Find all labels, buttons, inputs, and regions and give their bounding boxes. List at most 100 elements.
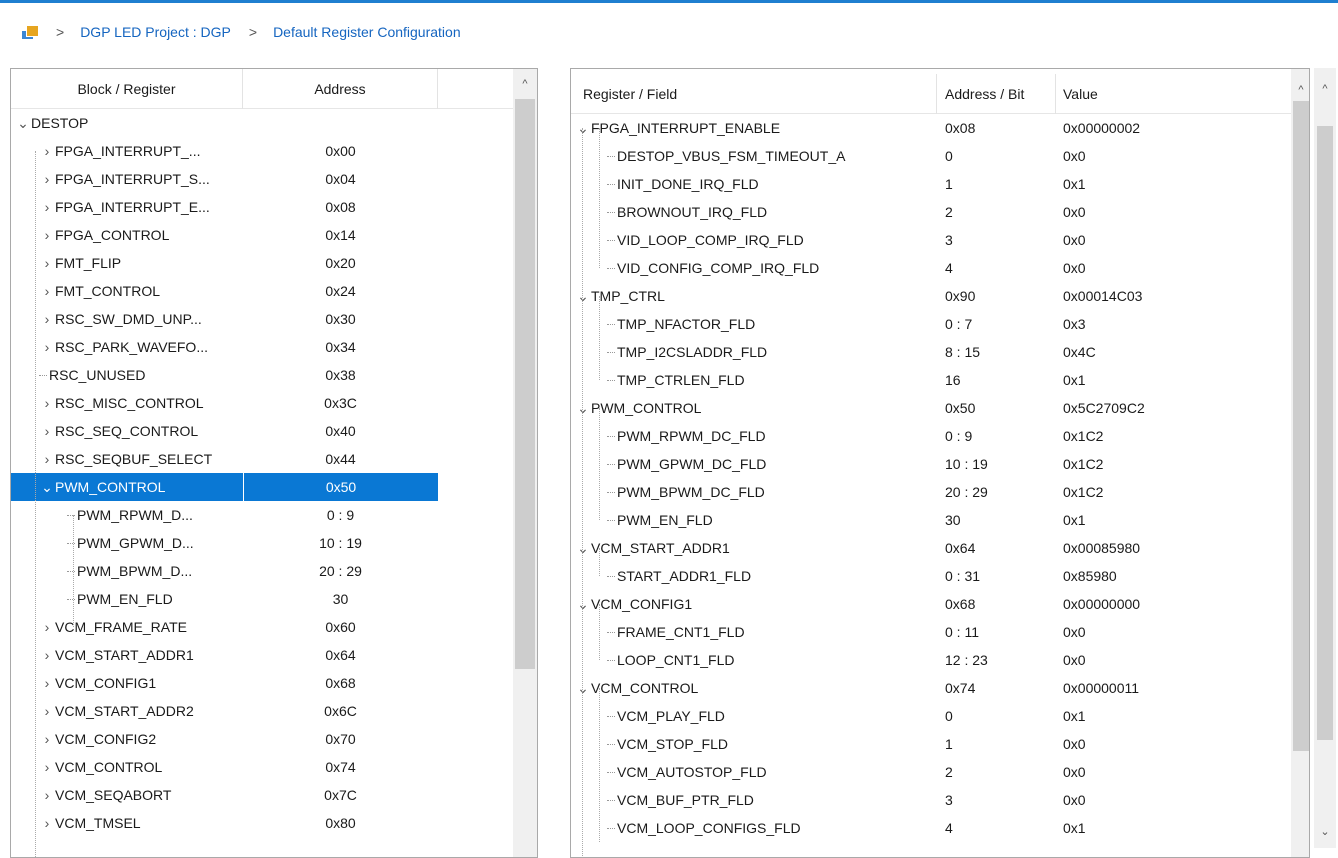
tree-row[interactable]: › VCM_START_ADDR2 0x6C (11, 697, 513, 725)
collapse-chevron-icon[interactable]: › (39, 731, 55, 747)
collapse-chevron-icon[interactable]: › (39, 451, 55, 467)
column-header-register-field[interactable]: Register / Field (571, 73, 937, 114)
collapse-chevron-icon[interactable]: › (39, 255, 55, 271)
row-value-cell[interactable]: 0x1C2 (1056, 422, 1291, 450)
expand-chevron-icon[interactable]: ⌄ (575, 120, 591, 137)
expand-chevron-icon[interactable]: ⌄ (575, 288, 591, 305)
field-row[interactable]: VID_CONFIG_COMP_IRQ_FLD 4 0x0 (571, 254, 1291, 282)
tree-row[interactable]: › FPGA_INTERRUPT_S... 0x04 (11, 165, 513, 193)
tree-row[interactable]: › FPGA_INTERRUPT_E... 0x08 (11, 193, 513, 221)
row-value-cell[interactable]: 0x85980 (1056, 562, 1291, 590)
row-value-cell[interactable]: 0x00014C03 (1056, 282, 1291, 310)
tree-row[interactable]: › RSC_SEQBUF_SELECT 0x44 (11, 445, 513, 473)
row-value-cell[interactable]: 0x0 (1056, 198, 1291, 226)
field-row[interactable]: INIT_DONE_IRQ_FLD 1 0x1 (571, 170, 1291, 198)
scroll-down-arrow-icon[interactable]: ⌄ (1316, 822, 1334, 840)
field-row[interactable]: TMP_I2CSLADDR_FLD 8 : 15 0x4C (571, 338, 1291, 366)
breadcrumb-project-link[interactable]: DGP LED Project : DGP (80, 24, 231, 40)
outer-scroll-thumb[interactable] (1317, 126, 1333, 740)
register-row[interactable]: ⌄ VCM_CONTROL 0x74 0x00000011 (571, 674, 1291, 702)
collapse-chevron-icon[interactable]: › (39, 759, 55, 775)
row-value-cell[interactable]: 0x1C2 (1056, 478, 1291, 506)
row-value-cell[interactable]: 0x1 (1056, 814, 1291, 842)
field-row[interactable]: PWM_GPWM_DC_FLD 10 : 19 0x1C2 (571, 450, 1291, 478)
right-scroll-thumb[interactable] (1293, 101, 1309, 751)
tree-root-destop[interactable]: ⌄ DESTOP (11, 109, 513, 137)
collapse-chevron-icon[interactable]: › (39, 339, 55, 355)
collapse-chevron-icon[interactable]: › (39, 395, 55, 411)
tree-row[interactable]: › VCM_CONFIG2 0x70 (11, 725, 513, 753)
field-row[interactable]: PWM_RPWM_DC_FLD 0 : 9 0x1C2 (571, 422, 1291, 450)
tree-row[interactable]: › VCM_TMSEL 0x80 (11, 809, 513, 837)
row-value-cell[interactable]: 0x00000002 (1056, 114, 1291, 142)
collapse-chevron-icon[interactable]: › (39, 647, 55, 663)
field-row[interactable]: FRAME_CNT1_FLD 0 : 11 0x0 (571, 618, 1291, 646)
right-inner-scrollbar[interactable]: ^ (1291, 69, 1309, 857)
collapse-chevron-icon[interactable]: › (39, 283, 55, 299)
collapse-chevron-icon[interactable]: › (39, 787, 55, 803)
collapse-chevron-icon[interactable]: › (39, 815, 55, 831)
row-value-cell[interactable]: 0x3 (1056, 310, 1291, 338)
field-row[interactable]: START_ADDR1_FLD 0 : 31 0x85980 (571, 562, 1291, 590)
collapse-chevron-icon[interactable]: › (39, 619, 55, 635)
column-header-block-register[interactable]: Block / Register (11, 69, 243, 109)
tree-row[interactable]: › VCM_START_ADDR1 0x64 (11, 641, 513, 669)
collapse-chevron-icon[interactable]: › (39, 199, 55, 215)
row-value-cell[interactable]: 0x0 (1056, 758, 1291, 786)
left-scrollbar[interactable]: ^ (513, 69, 537, 857)
tree-row[interactable]: › VCM_FRAME_RATE 0x60 (11, 613, 513, 641)
tree-row[interactable]: › RSC_PARK_WAVEFO... 0x34 (11, 333, 513, 361)
row-value-cell[interactable]: 0x0 (1056, 730, 1291, 758)
row-value-cell[interactable]: 0x00000000 (1056, 590, 1291, 618)
tree-row[interactable]: › RSC_SEQ_CONTROL 0x40 (11, 417, 513, 445)
row-value-cell[interactable]: 0x00085980 (1056, 534, 1291, 562)
row-value-cell[interactable]: 0x0 (1056, 646, 1291, 674)
left-scroll-thumb[interactable] (515, 99, 535, 669)
collapse-chevron-icon[interactable]: › (39, 675, 55, 691)
row-value-cell[interactable]: 0x1 (1056, 170, 1291, 198)
tree-row[interactable]: › VCM_CONTROL 0x74 (11, 753, 513, 781)
row-value-cell[interactable]: 0x4C (1056, 338, 1291, 366)
collapse-chevron-icon[interactable]: › (39, 311, 55, 327)
tree-row[interactable]: › FMT_FLIP 0x20 (11, 249, 513, 277)
expand-chevron-icon[interactable]: ⌄ (575, 680, 591, 697)
expand-chevron-icon[interactable]: ⌄ (575, 596, 591, 613)
column-header-value[interactable]: Value (1056, 74, 1291, 114)
row-value-cell[interactable]: 0x5C2709C2 (1056, 394, 1291, 422)
field-row[interactable]: DESTOP_VBUS_FSM_TIMEOUT_A 0 0x0 (571, 142, 1291, 170)
register-row[interactable]: ⌄ VCM_START_ADDR1 0x64 0x00085980 (571, 534, 1291, 562)
collapse-chevron-icon[interactable]: › (39, 423, 55, 439)
field-row[interactable]: VID_LOOP_COMP_IRQ_FLD 3 0x0 (571, 226, 1291, 254)
tree-row[interactable]: › VCM_CONFIG1 0x68 (11, 669, 513, 697)
field-row[interactable]: VCM_BUF_PTR_FLD 3 0x0 (571, 786, 1291, 814)
column-header-address-bit[interactable]: Address / Bit (937, 73, 1056, 114)
field-row[interactable]: PWM_EN_FLD 30 0x1 (571, 506, 1291, 534)
register-row[interactable]: ⌄ VCM_CONFIG1 0x68 0x00000000 (571, 590, 1291, 618)
row-value-cell[interactable]: 0x1 (1056, 506, 1291, 534)
tree-row[interactable]: › RSC_SW_DMD_UNP... 0x30 (11, 305, 513, 333)
expand-chevron-icon[interactable]: ⌄ (575, 400, 591, 417)
tree-row[interactable]: PWM_BPWM_D... 20 : 29 (11, 557, 513, 585)
row-value-cell[interactable]: 0x1 (1056, 366, 1291, 394)
tree-row[interactable]: PWM_GPWM_D... 10 : 19 (11, 529, 513, 557)
tree-row[interactable]: › FPGA_INTERRUPT_... 0x00 (11, 137, 513, 165)
register-row[interactable]: ⌄ PWM_CONTROL 0x50 0x5C2709C2 (571, 394, 1291, 422)
tree-row[interactable]: RSC_UNUSED 0x38 (11, 361, 513, 389)
field-row[interactable]: TMP_CTRLEN_FLD 16 0x1 (571, 366, 1291, 394)
row-value-cell[interactable]: 0x0 (1056, 226, 1291, 254)
breadcrumb-page-link[interactable]: Default Register Configuration (273, 24, 461, 40)
outer-scrollbar[interactable]: ^ ⌄ (1314, 68, 1336, 848)
expand-chevron-icon[interactable]: ⌄ (39, 479, 55, 496)
scroll-up-arrow-icon[interactable]: ^ (1292, 81, 1309, 99)
expand-chevron-icon[interactable]: ⌄ (15, 115, 31, 132)
register-row[interactable]: ⌄ TMP_CTRL 0x90 0x00014C03 (571, 282, 1291, 310)
field-row[interactable]: PWM_BPWM_DC_FLD 20 : 29 0x1C2 (571, 478, 1291, 506)
field-row[interactable]: VCM_LOOP_CONFIGS_FLD 4 0x1 (571, 814, 1291, 842)
tree-row[interactable]: PWM_EN_FLD 30 (11, 585, 513, 613)
tree-row[interactable]: ⌄ PWM_CONTROL 0x50 (11, 473, 438, 501)
project-folder-icon[interactable] (22, 24, 38, 40)
collapse-chevron-icon[interactable]: › (39, 227, 55, 243)
scroll-up-arrow-icon[interactable]: ^ (516, 75, 534, 93)
row-value-cell[interactable]: 0x0 (1056, 142, 1291, 170)
row-value-cell[interactable]: 0x00000011 (1056, 674, 1291, 702)
